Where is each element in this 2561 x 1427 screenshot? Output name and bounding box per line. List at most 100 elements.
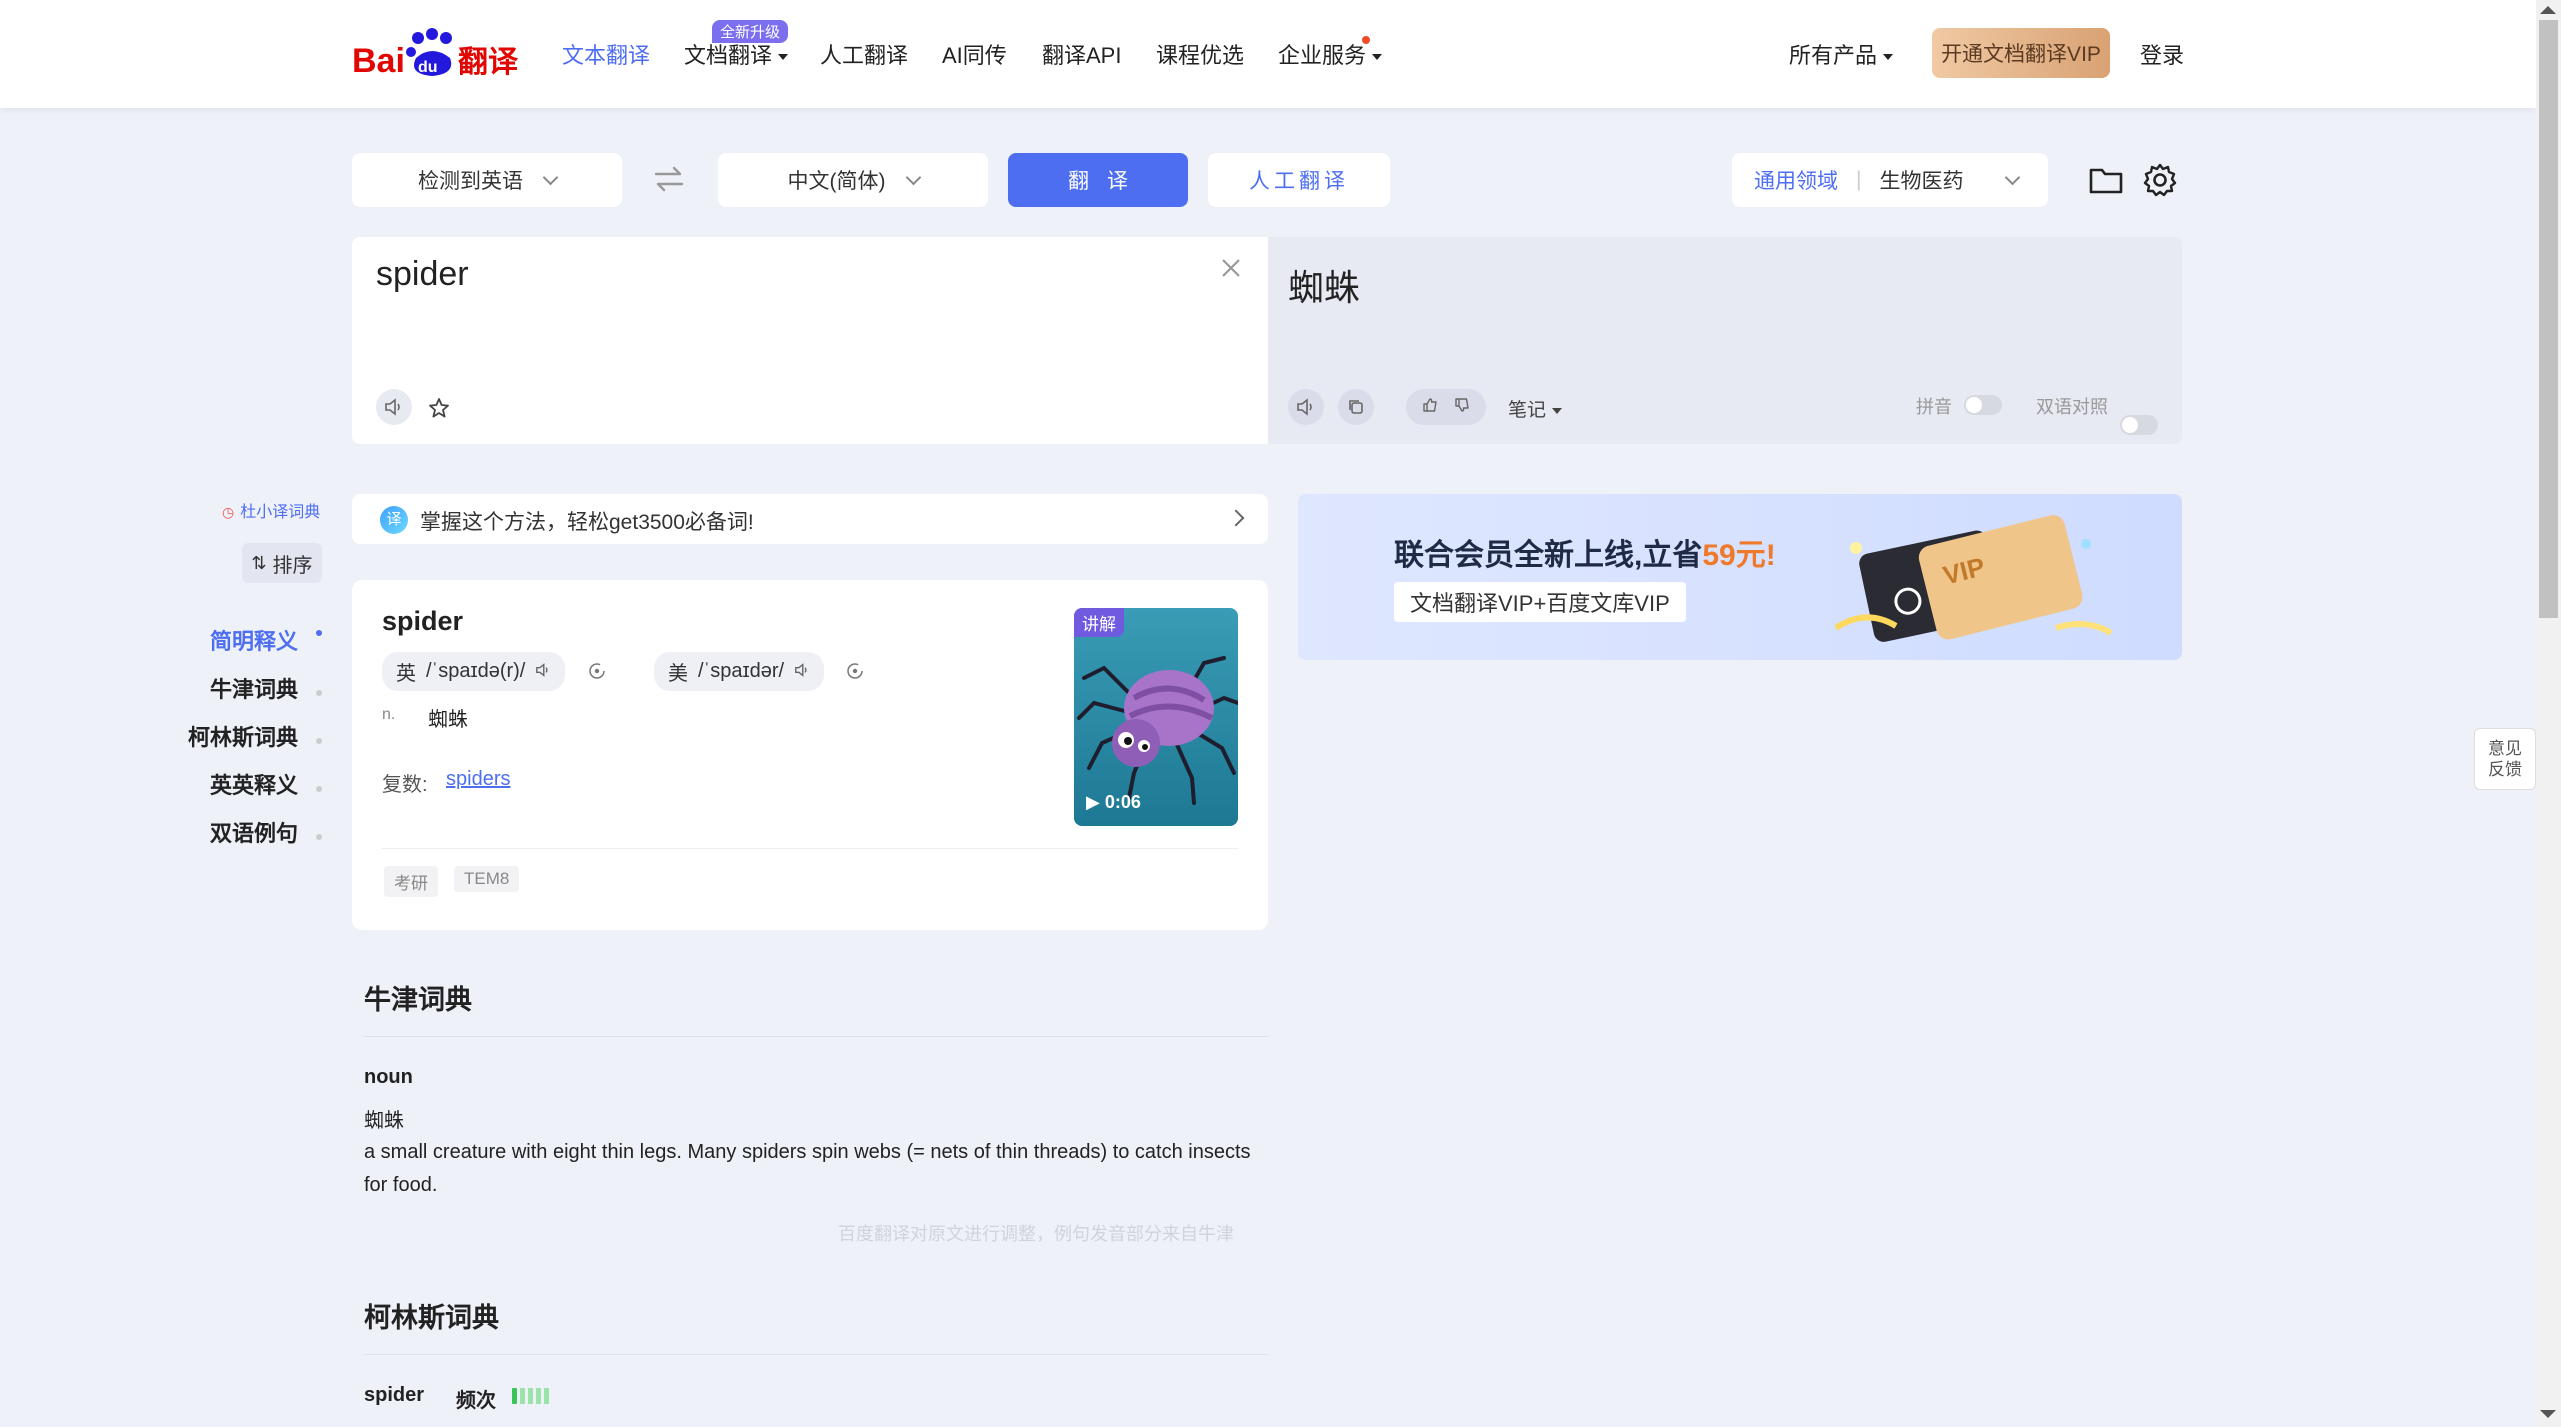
plural-link[interactable]: spiders: [446, 768, 510, 791]
sidebar-dot: [316, 738, 322, 744]
frequency-bar: [512, 1388, 517, 1404]
word-meaning: 蜘蛛: [428, 709, 468, 731]
sidebar-item-en-en[interactable]: 英英释义: [210, 768, 298, 800]
section-divider: [364, 1036, 1268, 1037]
pinyin-label: 拼音: [1916, 397, 1952, 417]
chevron-down-icon: [1883, 54, 1894, 61]
sidebar-item-concise[interactable]: 简明释义: [210, 624, 298, 656]
target-language-select[interactable]: 中文(简体): [718, 153, 988, 207]
notification-dot: [1362, 36, 1370, 44]
source-text-panel[interactable]: spider: [352, 237, 1268, 444]
dict-icon: ◷: [222, 504, 235, 520]
card-divider: [382, 848, 1238, 849]
human-translate-button[interactable]: 人工翻译: [1208, 153, 1390, 207]
ad-subline: 文档翻译VIP+百度文库VIP: [1394, 582, 1686, 622]
source-language-select[interactable]: 检测到英语: [352, 153, 622, 207]
rating-group: [1406, 389, 1486, 425]
sidebar-item-examples[interactable]: 双语例句: [210, 816, 298, 848]
sidebar-dot: [316, 786, 322, 792]
thumbs-down-icon[interactable]: [1454, 397, 1470, 418]
video-badge: 讲解: [1074, 608, 1124, 637]
thumbs-up-icon[interactable]: [1422, 397, 1438, 418]
pinyin-toggle[interactable]: [1964, 395, 2002, 415]
chevron-right-icon: [1227, 509, 1245, 527]
copy-icon[interactable]: [1338, 389, 1374, 425]
login-link[interactable]: 登录: [2140, 38, 2184, 70]
frequency-bar: [528, 1388, 533, 1404]
output-speaker-icon[interactable]: [1288, 389, 1324, 425]
baidu-translate-logo[interactable]: Bai du 翻译: [352, 26, 522, 82]
sidebar-active-dot: [316, 630, 322, 636]
nav-courses[interactable]: 课程优选: [1156, 38, 1244, 70]
play-icon: ▶: [1086, 792, 1100, 812]
frequency-bar: [544, 1388, 549, 1404]
oxford-source-note: 百度翻译对原文进行调整，例句发音部分来自牛津: [838, 1224, 1234, 1244]
nav-translate-api[interactable]: 翻译API: [1042, 38, 1121, 70]
vip-ad-banner[interactable]: 联合会员全新上线,立省59元! 文档翻译VIP+百度文库VIP VIP: [1298, 494, 2182, 660]
speaker-icon: [794, 660, 810, 683]
gear-icon[interactable]: [2142, 162, 2178, 203]
nav-ai-interpret[interactable]: AI同传: [942, 38, 1007, 70]
nav-human-translate[interactable]: 人工翻译: [820, 38, 908, 70]
scrollbar-thumb[interactable]: [2539, 20, 2558, 618]
nav-enterprise-label: 企业服务: [1278, 43, 1367, 68]
nav-doc-translate-label: 文档翻译: [684, 43, 773, 68]
collins-freq-label: 频次: [456, 1390, 496, 1412]
folder-icon[interactable]: [2088, 164, 2124, 201]
video-duration-text: 0:06: [1104, 792, 1141, 812]
source-text-input[interactable]: spider: [376, 255, 469, 294]
open-vip-button[interactable]: 开通文档翻译VIP: [1932, 28, 2110, 78]
frequency-bar: [520, 1388, 525, 1404]
section-divider: [364, 1354, 1268, 1355]
feedback-line2: 反馈: [2488, 760, 2522, 779]
all-products-menu[interactable]: 所有产品: [1789, 38, 1894, 70]
scroll-down-icon[interactable]: [2540, 1410, 2556, 1418]
domain-select[interactable]: 通用领域 | 生物医药: [1732, 153, 2048, 207]
feedback-button[interactable]: 意见 反馈: [2474, 728, 2536, 790]
speaker-icon: [535, 660, 551, 683]
scroll-up-icon[interactable]: [2540, 6, 2556, 14]
sidebar-dot: [316, 834, 322, 840]
nav-text-translate[interactable]: 文本翻译: [562, 38, 650, 70]
chevron-down-icon: [542, 169, 559, 185]
notes-menu[interactable]: 笔记: [1508, 395, 1563, 422]
target-language-label: 中文(简体): [787, 170, 886, 193]
us-pronunciation[interactable]: 美 /ˈspaɪdər/: [654, 652, 825, 691]
oxford-pos: noun: [364, 1066, 413, 1088]
us-record-icon[interactable]: [846, 662, 864, 685]
domain-general-label[interactable]: 通用领域: [1754, 165, 1838, 195]
translation-output-text: 蜘蛛: [1288, 267, 1361, 308]
sort-button[interactable]: ⇅ 排序: [242, 543, 322, 583]
uk-record-icon[interactable]: [588, 662, 606, 685]
close-icon[interactable]: [1220, 257, 1242, 284]
promo-text: 掌握这个方法，轻松get3500必备词!: [420, 511, 754, 534]
dict-link-label: 杜小译词典: [240, 504, 321, 521]
translate-badge-icon: 译: [380, 506, 408, 534]
promo-bar[interactable]: 译 掌握这个方法，轻松get3500必备词!: [352, 494, 1268, 544]
star-icon[interactable]: [428, 397, 450, 424]
video-duration: ▶ 0:06: [1086, 792, 1141, 813]
bilingual-toggle[interactable]: [2120, 415, 2158, 435]
dict-link[interactable]: ◷ 杜小译词典: [222, 498, 320, 522]
sort-label: 排序: [272, 554, 313, 577]
video-thumbnail[interactable]: 讲解 ▶ 0:06: [1074, 608, 1238, 826]
uk-pronunciation[interactable]: 英 /ˈspaɪdə(r)/: [382, 652, 566, 691]
translate-button[interactable]: 翻译: [1008, 153, 1188, 207]
translation-output-panel: 蜘蛛 笔记 拼音 双语对照: [1268, 237, 2182, 444]
speaker-icon[interactable]: [376, 389, 412, 425]
collins-word: spider: [364, 1384, 425, 1406]
domain-divider: |: [1856, 168, 1862, 191]
ad-headline-amount: 59元!: [1702, 539, 1776, 572]
chevron-down-icon: [2005, 169, 2021, 185]
chevron-down-icon: [905, 169, 921, 185]
ad-headline-prefix: 联合会员全新上线,立省: [1394, 539, 1703, 572]
all-products-label: 所有产品: [1789, 43, 1878, 68]
sidebar-item-oxford[interactable]: 牛津词典: [210, 672, 298, 704]
headword: spider: [382, 606, 464, 636]
plural-label: 复数:: [382, 774, 428, 796]
oxford-meaning: 蜘蛛: [364, 1110, 404, 1132]
sidebar-dot: [316, 690, 322, 696]
swap-icon[interactable]: [652, 164, 686, 199]
top-header: Bai du 翻译 文本翻译 文档翻译 全新升级 人工翻译 AI同传 翻译API…: [0, 0, 2536, 108]
sidebar-item-collins[interactable]: 柯林斯词典: [188, 720, 298, 752]
